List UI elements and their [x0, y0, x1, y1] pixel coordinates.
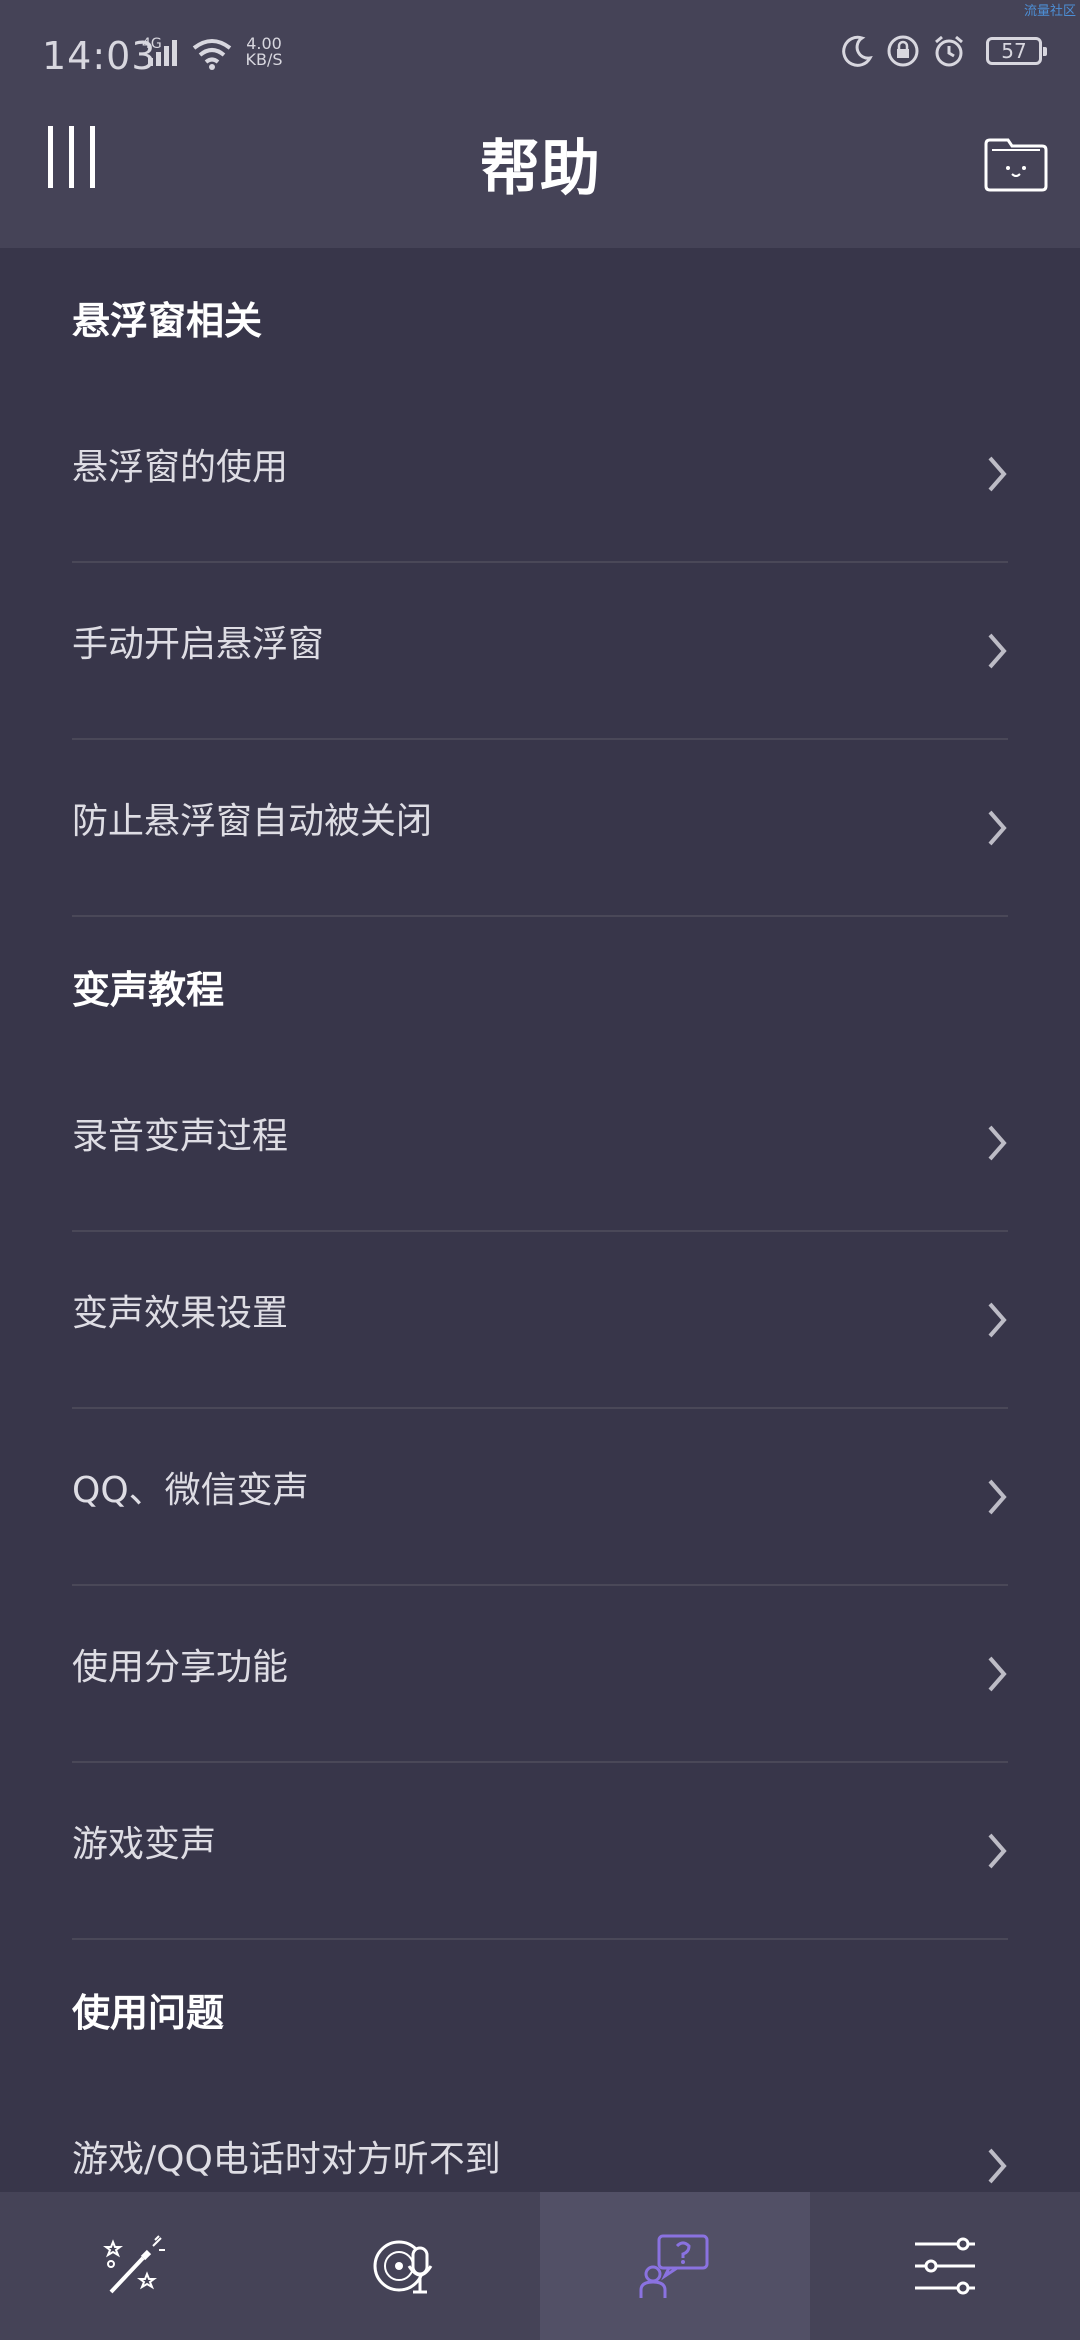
- corner-watermark: 流量社区: [1023, 4, 1076, 19]
- magic-wand-icon: [103, 2235, 165, 2294]
- section-title: 悬浮窗相关: [72, 298, 263, 343]
- chevron-right-icon: [988, 633, 1007, 669]
- alarm-icon: [935, 35, 963, 67]
- battery-level: 57: [1001, 39, 1027, 63]
- moon-icon: [842, 35, 873, 67]
- help-item-label: 游戏变声: [72, 1824, 217, 1865]
- help-item[interactable]: 使用分享功能: [72, 1586, 1008, 1763]
- status-right-icons: 57: [840, 34, 1047, 68]
- help-person-icon: [639, 2234, 709, 2298]
- page-title: 帮助: [480, 134, 600, 204]
- settings-sliders-icon: [915, 2237, 975, 2295]
- chevron-right-icon: [988, 1656, 1007, 1692]
- chevron-right-icon: [988, 1302, 1007, 1338]
- signal-icon: [148, 40, 177, 66]
- section-title: 使用问题: [72, 1990, 225, 2035]
- nav-tab-record[interactable]: [270, 2192, 540, 2340]
- nav-tab-settings[interactable]: [810, 2192, 1080, 2340]
- help-item-label: 手动开启悬浮窗: [72, 624, 325, 665]
- chevron-right-icon: [988, 810, 1007, 846]
- section-title: 变声教程: [72, 967, 225, 1012]
- record-mic-icon: [373, 2240, 433, 2294]
- status-bar: 14:03 4G 4.00 KB/S 流量社区 57: [0, 0, 1080, 100]
- help-item[interactable]: 游戏变声: [72, 1763, 1008, 1940]
- help-item[interactable]: 悬浮窗的使用: [72, 386, 1008, 563]
- wifi-icon: [192, 39, 232, 70]
- speed-unit: KB/S: [245, 50, 283, 69]
- help-item-label: 录音变声过程: [72, 1116, 289, 1157]
- help-item-label: 变声效果设置: [72, 1293, 289, 1334]
- rotation-lock-icon: [887, 35, 919, 67]
- chevron-right-icon: [988, 456, 1007, 492]
- network-speed: 4.00 KB/S: [240, 36, 288, 68]
- nav-tab-effects[interactable]: [0, 2192, 270, 2340]
- help-item[interactable]: 录音变声过程: [72, 1055, 1008, 1232]
- help-content[interactable]: 悬浮窗相关 悬浮窗的使用 手动开启悬浮窗 防止悬浮窗自动被关闭 变声教程 录音变…: [0, 248, 1080, 2192]
- help-item[interactable]: QQ、微信变声: [72, 1409, 1008, 1586]
- chevron-right-icon: [988, 1833, 1007, 1869]
- help-item[interactable]: 防止悬浮窗自动被关闭: [72, 740, 1008, 917]
- help-item[interactable]: 手动开启悬浮窗: [72, 563, 1008, 740]
- top-bar: 14:03 4G 4.00 KB/S 流量社区 57 帮助: [0, 0, 1080, 248]
- help-item-label: QQ、微信变声: [72, 1470, 309, 1511]
- bottom-nav: [0, 2192, 1080, 2340]
- help-item-label: 使用分享功能: [72, 1647, 289, 1688]
- help-item-label: 悬浮窗的使用: [72, 447, 289, 488]
- chevron-right-icon: [988, 2148, 1007, 2184]
- help-item[interactable]: 游戏/QQ电话时对方听不到: [72, 2078, 1008, 2192]
- nav-tab-help[interactable]: [540, 2192, 810, 2340]
- chevron-right-icon: [988, 1125, 1007, 1161]
- help-item-label: 游戏/QQ电话时对方听不到: [72, 2139, 501, 2180]
- folder-button[interactable]: [982, 132, 1050, 192]
- chevron-right-icon: [988, 1479, 1007, 1515]
- help-item-label: 防止悬浮窗自动被关闭: [72, 801, 433, 842]
- battery-indicator: 57: [986, 37, 1047, 65]
- status-time: 14:03: [42, 34, 157, 78]
- help-item[interactable]: 变声效果设置: [72, 1232, 1008, 1409]
